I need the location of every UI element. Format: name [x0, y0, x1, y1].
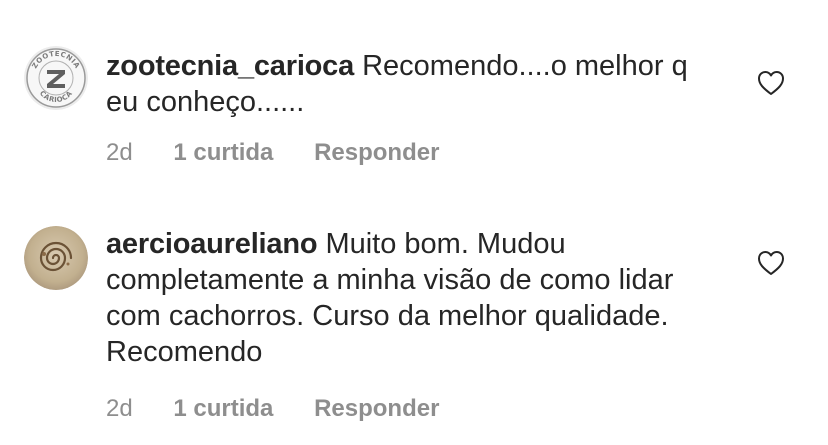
comment-time: 2d [106, 139, 133, 166]
reply-button[interactable]: Responder [314, 138, 439, 168]
like-button[interactable] [757, 70, 785, 96]
comment-username[interactable]: aercioaureliano [106, 228, 318, 260]
comment-time: 2d [106, 395, 133, 422]
comment-likes-count[interactable]: 1 curtida [173, 394, 273, 424]
comment-likes-count[interactable]: 1 curtida [173, 138, 273, 168]
comment-meta: 2d 1 curtida Responder [106, 138, 439, 168]
heart-outline-icon [758, 71, 784, 95]
heart-outline-icon [758, 251, 784, 275]
comment-text-block: aercioaureliano Muito bom. Mudou complet… [106, 226, 726, 370]
comment-text-block: zootecnia_carioca Recomendo....o melhor … [106, 48, 726, 120]
avatar[interactable]: ZOOTECNIA CARIOCA [24, 46, 88, 110]
reply-button[interactable]: Responder [314, 394, 439, 424]
like-button[interactable] [757, 250, 785, 276]
comment-username[interactable]: zootecnia_carioca [106, 50, 354, 82]
avatar[interactable] [24, 226, 88, 290]
comment-meta: 2d 1 curtida Responder [106, 394, 439, 424]
